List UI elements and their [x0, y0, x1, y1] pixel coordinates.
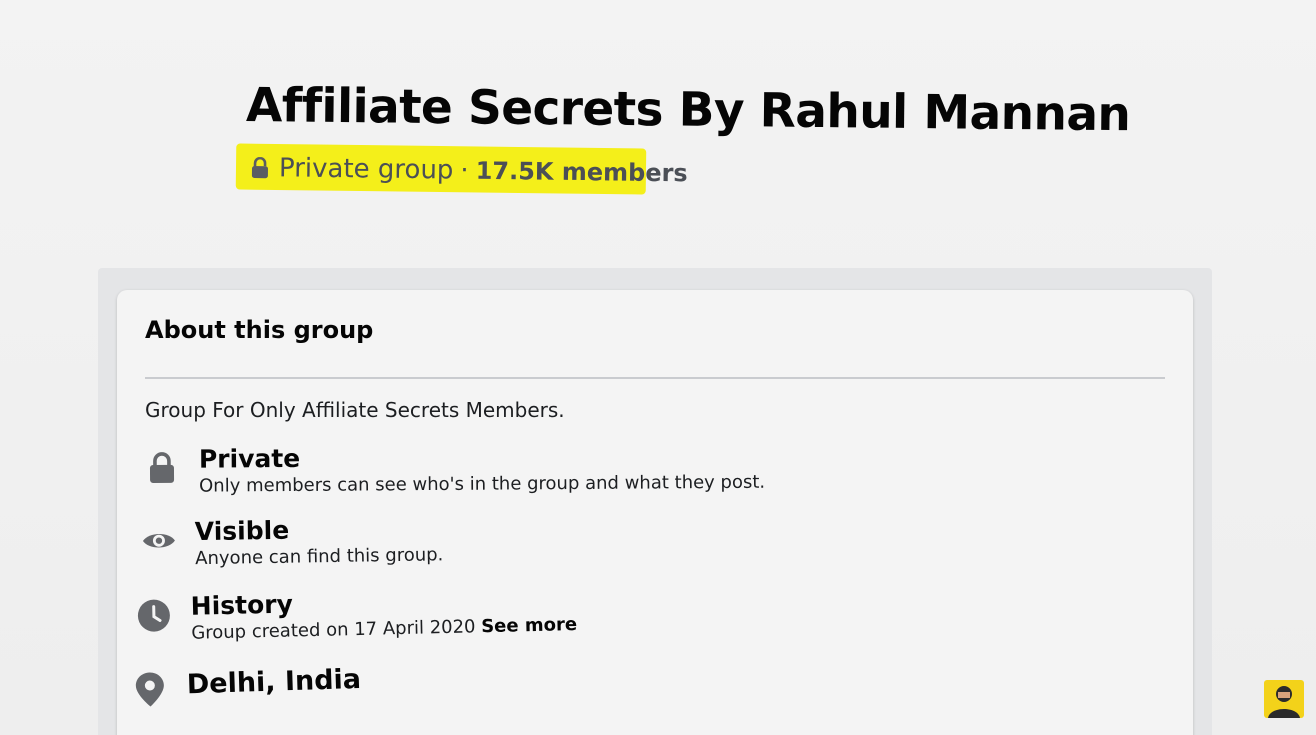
clock-icon: [137, 599, 170, 632]
info-row-history: History Group created on 17 April 2020 S…: [136, 583, 577, 647]
info-row-location: Delhi, India: [134, 663, 362, 708]
location-title: Delhi, India: [186, 663, 362, 701]
members-count[interactable]: 17.5K members: [475, 157, 687, 188]
lock-icon: [149, 452, 175, 483]
about-card: About this group Group For Only Affiliat…: [117, 290, 1193, 735]
video-frame: Affiliate Secrets By Rahul Mannan Privat…: [0, 0, 1316, 735]
location-pin-icon: [135, 672, 164, 707]
meta-separator: ·: [460, 155, 469, 186]
eye-icon: [142, 533, 175, 548]
group-meta: Private group · 17.5K members: [250, 153, 688, 188]
info-row-visible: Visible Anyone can find this group.: [141, 513, 444, 572]
lock-icon: [251, 157, 268, 179]
private-title: Private: [198, 443, 301, 474]
group-title: Affiliate Secrets By Rahul Mannan: [245, 78, 1131, 143]
private-subtitle: Only members can see who's in the group …: [199, 471, 766, 497]
visible-subtitle: Anyone can find this group.: [195, 544, 444, 570]
person-icon: [1268, 686, 1300, 718]
group-description: Group For Only Affiliate Secrets Members…: [145, 398, 565, 422]
history-created-text: Group created on 17 April 2020: [191, 616, 476, 644]
see-more-link[interactable]: See more: [481, 614, 577, 637]
privacy-label: Private group: [278, 153, 454, 186]
channel-avatar[interactable]: [1264, 680, 1304, 718]
visible-title: Visible: [194, 515, 290, 547]
about-heading: About this group: [145, 316, 374, 344]
info-row-private: Private Only members can see who's in th…: [147, 441, 765, 499]
divider: [145, 377, 1165, 379]
